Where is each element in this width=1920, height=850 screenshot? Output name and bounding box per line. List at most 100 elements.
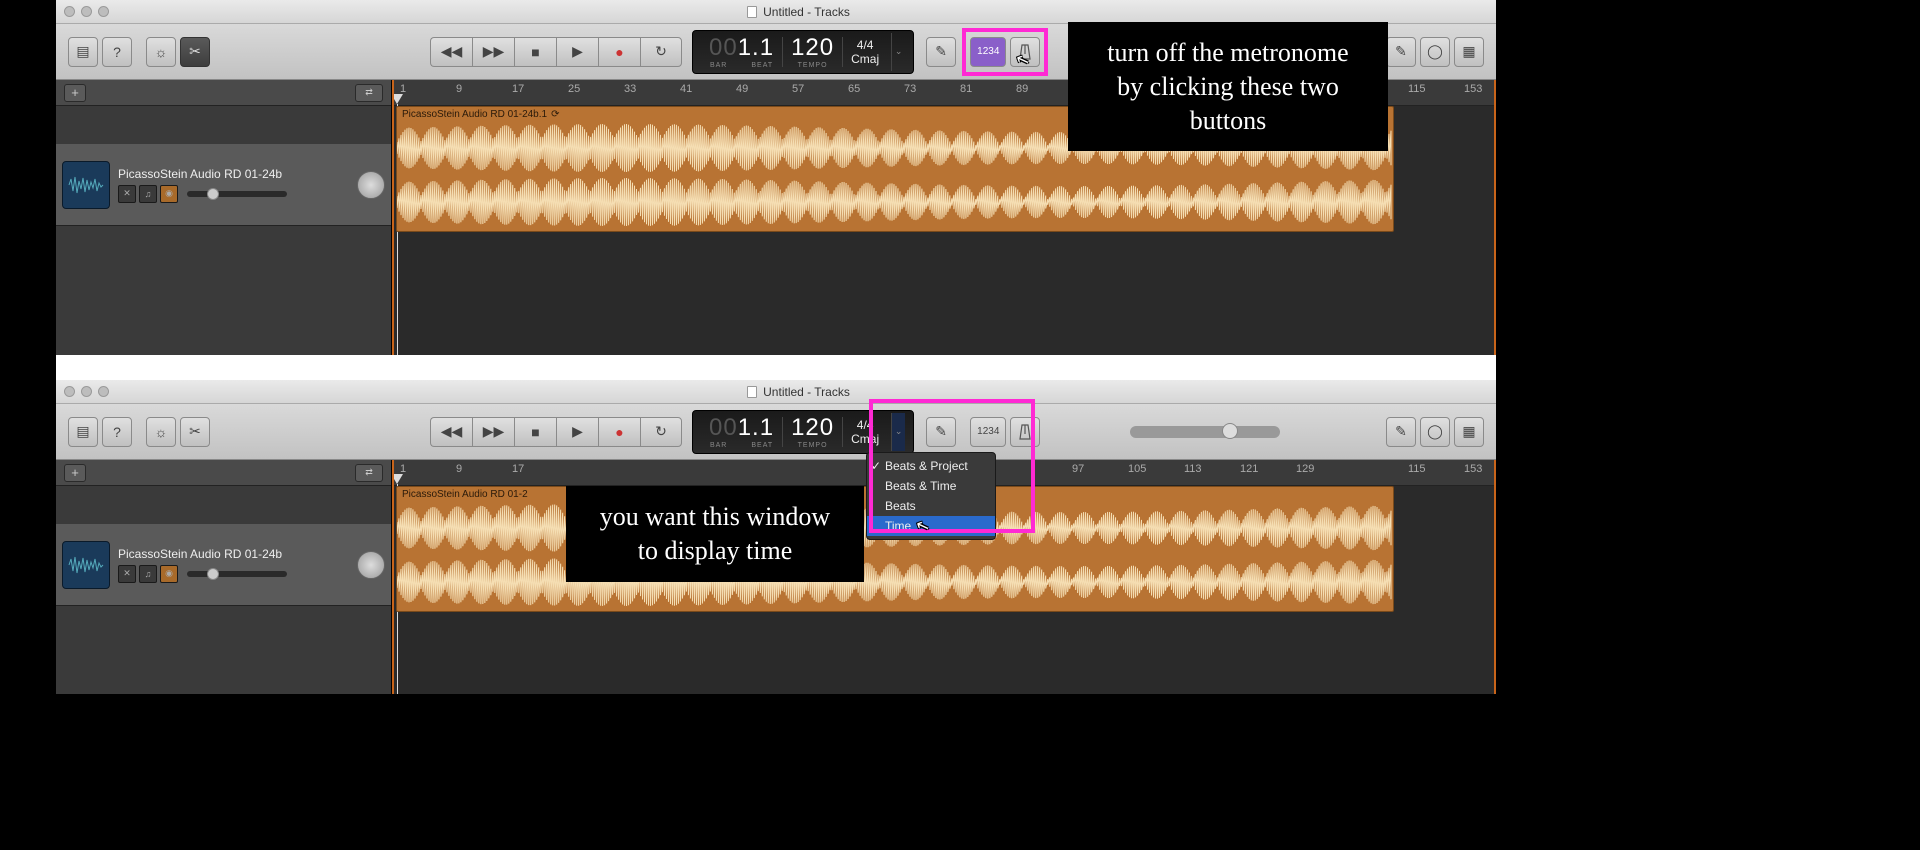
smart-controls-button[interactable]: ☼ [146, 37, 176, 67]
stop-button[interactable]: ■ [514, 417, 556, 447]
ruler-mark: 115 [1408, 463, 1426, 475]
ruler-mark: 97 [1072, 463, 1084, 475]
lcd-timesig[interactable]: 4/4 [857, 38, 874, 52]
record-button[interactable]: ● [598, 417, 640, 447]
forward-button[interactable]: ▶▶ [472, 417, 514, 447]
pan-knob[interactable] [357, 171, 385, 199]
ruler-mark: 9 [456, 83, 462, 95]
close-window-icon[interactable] [64, 6, 75, 17]
window-traffic-lights[interactable] [64, 386, 109, 397]
zoom-window-icon[interactable] [98, 386, 109, 397]
lcd-tempo[interactable]: 120 [791, 414, 834, 442]
track-headers-area: + ⇄ PicassoStein Audio RD 01-24b ✕ ♫ ◉ [56, 460, 392, 694]
lcd-bar-dim: 00 [709, 34, 738, 61]
lcd-position[interactable]: 1.1 [738, 34, 774, 61]
notepad-button[interactable]: ✎ [1386, 37, 1416, 67]
titlebar: Untitled - Tracks [56, 0, 1496, 24]
library-button[interactable]: ▤ [68, 37, 98, 67]
track-header[interactable]: PicassoStein Audio RD 01-24b ✕ ♫ ◉ [56, 524, 391, 606]
playhead-icon[interactable] [392, 474, 403, 484]
tuner-button[interactable]: ✎ [926, 37, 956, 67]
track-headers-area: + ⇄ PicassoStein Audio RD 01-24b ✕ ♫ ◉ [56, 80, 392, 355]
ruler-mark: 17 [512, 83, 524, 95]
ruler-mark: 113 [1184, 463, 1202, 475]
track-name[interactable]: PicassoStein Audio RD 01-24b [118, 547, 349, 561]
lcd-display[interactable]: 001.1 BARBEAT 120 TEMPO 4/4 Cmaj ⌄ [692, 30, 914, 74]
stop-button[interactable]: ■ [514, 37, 556, 67]
rewind-button[interactable]: ◀◀ [430, 37, 472, 67]
annotation-text: turn off the metronome by clicking these… [1068, 22, 1388, 151]
lcd-tempo[interactable]: 120 [791, 34, 834, 62]
ruler-mark: 41 [680, 83, 692, 95]
add-track-button[interactable]: + [64, 464, 86, 482]
lcd-position[interactable]: 1.1 [738, 414, 774, 441]
waveform [397, 177, 1393, 227]
ruler-mark: 89 [1016, 83, 1028, 95]
loop-icon: ⟳ [551, 109, 559, 120]
control-bar: ▤ ? ☼ ✂ ◀◀ ▶▶ ■ ▶ ● ↻ 001.1 BARBEAT 120 … [56, 404, 1496, 460]
minimize-window-icon[interactable] [81, 6, 92, 17]
editors-button[interactable]: ✂ [180, 37, 210, 67]
ruler-mark: 81 [960, 83, 972, 95]
cycle-button[interactable]: ↻ [640, 37, 682, 67]
ruler-mark: 105 [1128, 463, 1146, 475]
mute-button[interactable]: ✕ [118, 565, 136, 583]
annotation-text: you want this window to display time [566, 486, 864, 582]
track-header[interactable]: PicassoStein Audio RD 01-24b ✕ ♫ ◉ [56, 144, 391, 226]
lcd-mode-dropdown[interactable]: ⌄ [891, 33, 905, 71]
track-name[interactable]: PicassoStein Audio RD 01-24b [118, 167, 349, 181]
help-button[interactable]: ? [102, 37, 132, 67]
notepad-button[interactable]: ✎ [1386, 417, 1416, 447]
pan-knob[interactable] [357, 551, 385, 579]
transport-controls: ◀◀ ▶▶ ■ ▶ ● ↻ [430, 417, 682, 447]
track-filter-button[interactable]: ⇄ [355, 464, 383, 482]
annotation-highlight [962, 28, 1048, 76]
ruler-mark: 49 [736, 83, 748, 95]
lcd-key[interactable]: Cmaj [851, 52, 879, 66]
window-title: Untitled - Tracks [763, 5, 850, 19]
mute-button[interactable]: ✕ [118, 185, 136, 203]
window-traffic-lights[interactable] [64, 6, 109, 17]
rewind-button[interactable]: ◀◀ [430, 417, 472, 447]
window-title: Untitled - Tracks [763, 385, 850, 399]
track-volume-slider[interactable] [187, 191, 287, 197]
loops-button[interactable]: ◯ [1420, 417, 1450, 447]
library-button[interactable]: ▤ [68, 417, 98, 447]
minimize-window-icon[interactable] [81, 386, 92, 397]
add-track-button[interactable]: + [64, 84, 86, 102]
ruler-mark: 33 [624, 83, 636, 95]
solo-button[interactable]: ♫ [139, 565, 157, 583]
ruler-mark: 65 [848, 83, 860, 95]
media-button[interactable]: ▦ [1454, 417, 1484, 447]
forward-button[interactable]: ▶▶ [472, 37, 514, 67]
smart-controls-button[interactable]: ☼ [146, 417, 176, 447]
playhead-icon[interactable] [392, 94, 403, 104]
editors-button[interactable]: ✂ [180, 417, 210, 447]
zoom-window-icon[interactable] [98, 6, 109, 17]
cycle-button[interactable]: ↻ [640, 417, 682, 447]
input-monitor-button[interactable]: ◉ [160, 185, 178, 203]
audio-track-icon [62, 541, 110, 589]
ruler-mark: 129 [1296, 463, 1314, 475]
record-button[interactable]: ● [598, 37, 640, 67]
play-button[interactable]: ▶ [556, 37, 598, 67]
ruler-mark: 9 [456, 463, 462, 475]
titlebar: Untitled - Tracks [56, 380, 1496, 404]
ruler-mark: 25 [568, 83, 580, 95]
waveform [397, 557, 1393, 607]
ruler-mark: 73 [904, 83, 916, 95]
input-monitor-button[interactable]: ◉ [160, 565, 178, 583]
ruler-mark: 121 [1240, 463, 1258, 475]
transport-controls: ◀◀ ▶▶ ■ ▶ ● ↻ [430, 37, 682, 67]
solo-button[interactable]: ♫ [139, 185, 157, 203]
loops-button[interactable]: ◯ [1420, 37, 1450, 67]
track-filter-button[interactable]: ⇄ [355, 84, 383, 102]
track-volume-slider[interactable] [187, 571, 287, 577]
help-button[interactable]: ? [102, 417, 132, 447]
play-button[interactable]: ▶ [556, 417, 598, 447]
media-button[interactable]: ▦ [1454, 37, 1484, 67]
annotation-highlight [869, 399, 1035, 533]
ruler-mark: 153 [1464, 463, 1482, 475]
master-volume-slider[interactable] [1130, 426, 1280, 438]
close-window-icon[interactable] [64, 386, 75, 397]
